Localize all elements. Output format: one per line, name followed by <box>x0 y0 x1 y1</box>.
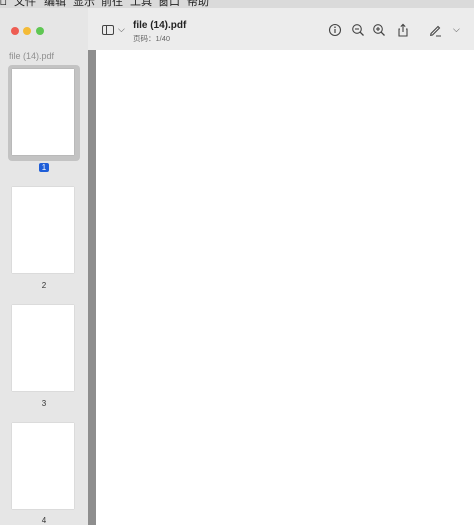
thumbnail-label: 3 <box>41 399 47 408</box>
thumbnail-page-3[interactable] <box>8 301 80 397</box>
close-button[interactable] <box>11 27 19 35</box>
page-number-badge: 1 <box>38 163 50 172</box>
thumbnail-label: 2 <box>41 281 47 290</box>
thumbnail-label: 4 <box>41 516 47 525</box>
thumbnail-page-4[interactable] <box>8 419 80 515</box>
zoom-in-icon[interactable] <box>372 23 386 37</box>
info-icon[interactable] <box>328 23 342 37</box>
menu-go[interactable]: 前往 <box>101 0 123 8</box>
document-view[interactable] <box>88 50 474 525</box>
sidebar-divider[interactable] <box>88 50 96 525</box>
menu-window[interactable]: 窗口 <box>158 0 180 8</box>
thumbnail-image <box>12 423 74 509</box>
menu-view[interactable]: 显示 <box>73 0 95 8</box>
menu-edit[interactable]: 编辑 <box>44 0 66 8</box>
thumbnail-image <box>12 187 74 273</box>
menu-tools[interactable]: 工具 <box>130 0 152 8</box>
apple-menu-icon[interactable]:  <box>0 0 7 6</box>
document-title: file (14).pdf <box>133 20 187 31</box>
thumbnail-page-1[interactable] <box>8 65 80 161</box>
sidebar-title: file (14).pdf <box>9 51 55 61</box>
thumbnail-label: 1 <box>0 163 88 172</box>
menu-bar:  文件 编辑 显示 前往 工具 窗口 帮助 <box>0 0 474 8</box>
menu-file[interactable]: 文件 <box>14 0 36 8</box>
pdf-page[interactable] <box>96 50 474 525</box>
zoom-button[interactable] <box>36 27 44 35</box>
thumbnail-sidebar: file (14).pdf 1 2 3 4 <box>0 8 88 525</box>
minimize-button[interactable] <box>23 27 31 35</box>
toolbar: ⌵ file (14).pdf 页码：1/40 ⌵ <box>88 8 474 50</box>
preview-window: file (14).pdf 1 2 3 4 ⌵ file (14).pdf 页码… <box>0 8 474 525</box>
zoom-out-icon[interactable] <box>351 23 365 37</box>
page-indicator: 页码：1/40 <box>133 34 171 43</box>
menu-help[interactable]: 帮助 <box>187 0 209 8</box>
chevron-down-icon[interactable]: ⌵ <box>118 24 125 35</box>
sidebar-toggle-icon[interactable] <box>102 25 114 35</box>
markup-pen-icon[interactable] <box>428 23 442 37</box>
thumbnail-page-2[interactable] <box>8 183 80 279</box>
share-icon[interactable] <box>396 23 410 37</box>
chevron-down-icon[interactable]: ⌵ <box>453 24 460 35</box>
thumbnail-image <box>12 305 74 391</box>
thumbnail-image <box>12 69 74 155</box>
